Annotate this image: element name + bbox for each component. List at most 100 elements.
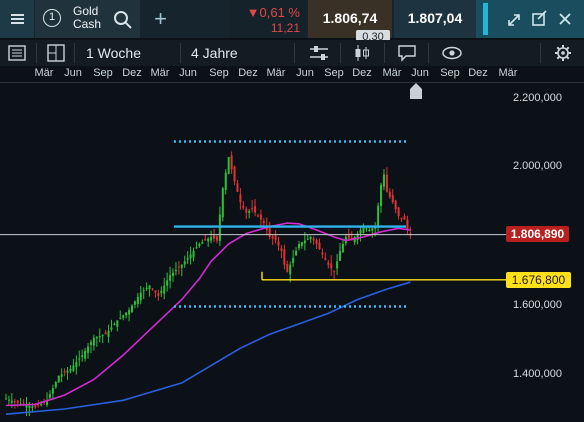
time-label: Dez [122, 67, 142, 79]
candle-body [339, 250, 342, 261]
time-label: Jun [411, 67, 429, 79]
candle-body [166, 280, 169, 286]
candle-body [341, 243, 344, 253]
candle-body [403, 216, 406, 220]
candle-body [54, 382, 57, 388]
support-level-tag: 1.676,800 [506, 272, 571, 288]
candle-body [385, 174, 388, 192]
candle-body [63, 371, 66, 373]
time-label: Mär [150, 67, 170, 79]
plus-icon: + [154, 6, 167, 31]
window-controls [476, 0, 584, 38]
candle-body [16, 400, 19, 403]
candle-body [107, 330, 110, 337]
candle-body [283, 249, 286, 265]
moving-average-fast-line [5, 222, 411, 407]
time-label: Sep [93, 67, 113, 79]
candle-body [198, 243, 201, 247]
candle-body [163, 285, 166, 294]
candle-body [87, 346, 90, 353]
candle-body [330, 263, 333, 269]
candle-body [48, 394, 51, 398]
candle-body [177, 266, 180, 268]
expand-icon[interactable] [508, 14, 520, 26]
time-label: Dez [468, 67, 488, 79]
candle-body [233, 166, 236, 182]
time-label: Jun [296, 67, 314, 79]
candle-body [242, 205, 245, 208]
price-chart[interactable] [0, 82, 584, 422]
candle-body [245, 208, 248, 213]
time-label: Sep [440, 67, 460, 79]
candle-body [254, 206, 257, 213]
gear-icon[interactable] [554, 40, 572, 66]
period-selector[interactable]: 1 Woche [86, 40, 141, 66]
candle-body [69, 369, 72, 372]
price-tick: 1.400,000 [513, 368, 562, 380]
candle-body [133, 301, 136, 305]
candle-body [116, 320, 119, 327]
add-instrument-button[interactable]: + [141, 0, 180, 38]
candle-body [174, 270, 177, 272]
search-icon[interactable] [113, 10, 133, 30]
drag-handle-icon[interactable] [483, 3, 488, 35]
ask-price: 1.807,04 [407, 10, 463, 26]
candle-body [66, 370, 69, 373]
candle-body [251, 208, 254, 210]
candle-chart-icon[interactable] [352, 40, 372, 66]
candle-body [221, 188, 224, 218]
candle-body [31, 406, 34, 409]
candle-body [382, 174, 385, 187]
instrument-selector[interactable]: 1 Gold Cash [35, 0, 140, 38]
instrument-name: Gold Cash [73, 5, 101, 31]
candle-body [10, 400, 13, 403]
candle-body [157, 293, 160, 297]
list-icon[interactable] [8, 40, 26, 66]
candle-body [151, 288, 154, 290]
candle-body [84, 350, 87, 359]
candle-body [60, 374, 63, 377]
candle-body [315, 239, 318, 244]
candle-body [377, 205, 380, 226]
candle-body [309, 237, 312, 239]
candle-body [139, 292, 142, 301]
candle-body [207, 238, 210, 242]
candle-body [40, 403, 43, 406]
close-icon[interactable] [559, 13, 571, 25]
candle-body [78, 358, 81, 360]
candle-body [5, 398, 7, 400]
indicator-settings-icon[interactable] [309, 40, 329, 66]
change-absolute: 11,21 [270, 21, 300, 35]
time-label: Dez [352, 67, 372, 79]
hamburger-menu-button[interactable] [0, 0, 34, 38]
candle-body [192, 250, 195, 258]
candle-body [98, 336, 101, 338]
time-label: Mär [266, 67, 286, 79]
candle-body [391, 195, 394, 203]
candle-body [397, 207, 400, 217]
candle-body [368, 230, 371, 232]
eye-icon[interactable] [441, 40, 463, 66]
candle-body [57, 376, 60, 383]
scroll-marker-icon[interactable] [410, 83, 422, 99]
range-selector[interactable]: 4 Jahre [191, 40, 238, 66]
comment-icon[interactable] [397, 40, 417, 66]
time-label: Jun [179, 67, 197, 79]
candle-body [89, 342, 92, 345]
time-label: Mär [382, 67, 402, 79]
candle-body [154, 290, 157, 293]
time-label: Mär [498, 67, 518, 79]
candle-body [119, 317, 122, 319]
ask-price-button[interactable]: 1.807,04 [394, 0, 476, 38]
candle-body [148, 285, 151, 289]
candle-body [122, 315, 125, 318]
layout-icon[interactable] [47, 40, 65, 66]
candle-body [34, 405, 37, 408]
candle-body [248, 210, 251, 213]
popout-icon[interactable] [532, 10, 547, 26]
time-label: Sep [324, 67, 344, 79]
candle-body [312, 238, 315, 241]
candle-body [365, 228, 368, 230]
candle-body [262, 221, 265, 224]
candle-body [142, 290, 145, 292]
